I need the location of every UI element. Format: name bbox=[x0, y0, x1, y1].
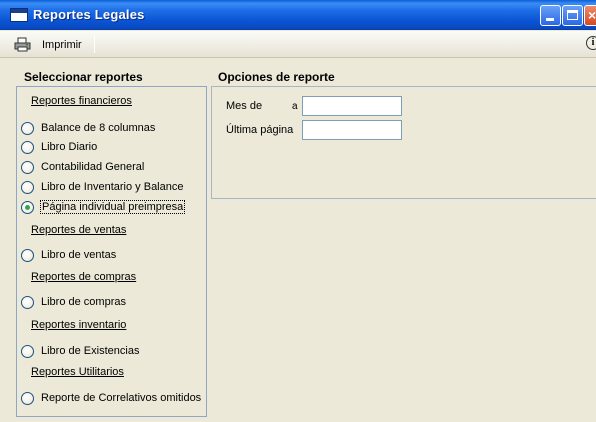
radio-label: Página individual preimpresa bbox=[39, 200, 186, 214]
radio-label: Libro de compras bbox=[41, 296, 126, 308]
radio-button[interactable] bbox=[21, 295, 34, 309]
radio-pagina-individual[interactable]: Página individual preimpresa bbox=[21, 199, 186, 215]
radio-button[interactable] bbox=[21, 140, 34, 154]
radio-inventario-balance[interactable]: Libro de Inventario y Balance bbox=[21, 179, 183, 195]
ultima-pagina-label: Última página bbox=[226, 124, 294, 136]
mes-de-label: Mes de bbox=[226, 100, 263, 112]
radio-label: Libro de ventas bbox=[41, 249, 117, 261]
radio-libro-compras[interactable]: Libro de compras bbox=[21, 294, 126, 310]
title-bar[interactable]: Reportes Legales × bbox=[0, 0, 596, 30]
select-reports-heading: Seleccionar reportes bbox=[24, 70, 143, 84]
radio-label: Libro de Existencias bbox=[41, 345, 140, 357]
minimize-button[interactable] bbox=[540, 5, 561, 26]
radio-label: Libro de Inventario y Balance bbox=[41, 181, 184, 193]
radio-label: Reporte de Correlativos omitidos bbox=[41, 392, 202, 404]
mes-de-input[interactable] bbox=[302, 96, 402, 116]
printer-icon bbox=[14, 37, 31, 52]
maximize-icon bbox=[567, 10, 578, 20]
group-label-compras: Reportes de compras bbox=[31, 271, 137, 283]
radio-contabilidad-general[interactable]: Contabilidad General bbox=[21, 159, 144, 175]
minimize-icon bbox=[546, 18, 554, 21]
group-label-inventario: Reportes inventario bbox=[31, 319, 127, 331]
report-options-heading: Opciones de reporte bbox=[218, 70, 335, 84]
radio-libro-existencias[interactable]: Libro de Existencias bbox=[21, 343, 139, 359]
print-button[interactable]: Imprimir bbox=[14, 35, 82, 54]
radio-balance-8-columnas[interactable]: Balance de 8 columnas bbox=[21, 120, 155, 136]
radio-libro-ventas[interactable]: Libro de ventas bbox=[21, 247, 116, 263]
radio-button[interactable] bbox=[21, 121, 34, 135]
radio-button[interactable] bbox=[21, 344, 34, 358]
radio-label: Balance de 8 columnas bbox=[41, 122, 156, 134]
radio-button[interactable] bbox=[21, 180, 34, 194]
radio-libro-diario[interactable]: Libro Diario bbox=[21, 139, 97, 155]
maximize-button[interactable] bbox=[562, 5, 583, 26]
radio-button[interactable] bbox=[21, 248, 34, 262]
radio-button[interactable] bbox=[21, 391, 34, 405]
info-icon[interactable]: i bbox=[586, 36, 596, 50]
group-label-financieros: Reportes financieros bbox=[31, 95, 132, 107]
close-icon: × bbox=[588, 7, 596, 23]
reportes-legales-window: Reportes Legales × Imprimir i Selecciona… bbox=[0, 0, 596, 422]
toolbar-separator bbox=[94, 36, 95, 53]
window-title: Reportes Legales bbox=[33, 7, 145, 22]
ultima-pagina-input[interactable] bbox=[302, 120, 402, 140]
close-button[interactable]: × bbox=[584, 5, 596, 26]
report-selection-panel: Reportes financieros Balance de 8 column… bbox=[16, 86, 207, 417]
group-label-utilitarios: Reportes Utilitarios bbox=[31, 366, 124, 378]
radio-label: Libro Diario bbox=[41, 141, 98, 153]
window-app-icon bbox=[10, 8, 28, 22]
radio-correlativos-omitidos[interactable]: Reporte de Correlativos omitidos bbox=[21, 390, 201, 406]
toolbar: Imprimir i bbox=[0, 31, 596, 58]
group-label-ventas: Reportes de ventas bbox=[31, 224, 127, 236]
radio-label: Contabilidad General bbox=[41, 161, 145, 173]
radio-button-checked[interactable] bbox=[21, 200, 34, 214]
report-options-panel: Mes de a Última página bbox=[211, 86, 596, 199]
print-button-label: Imprimir bbox=[42, 38, 82, 51]
radio-button[interactable] bbox=[21, 160, 34, 174]
mes-de-a-label: a bbox=[292, 101, 298, 112]
